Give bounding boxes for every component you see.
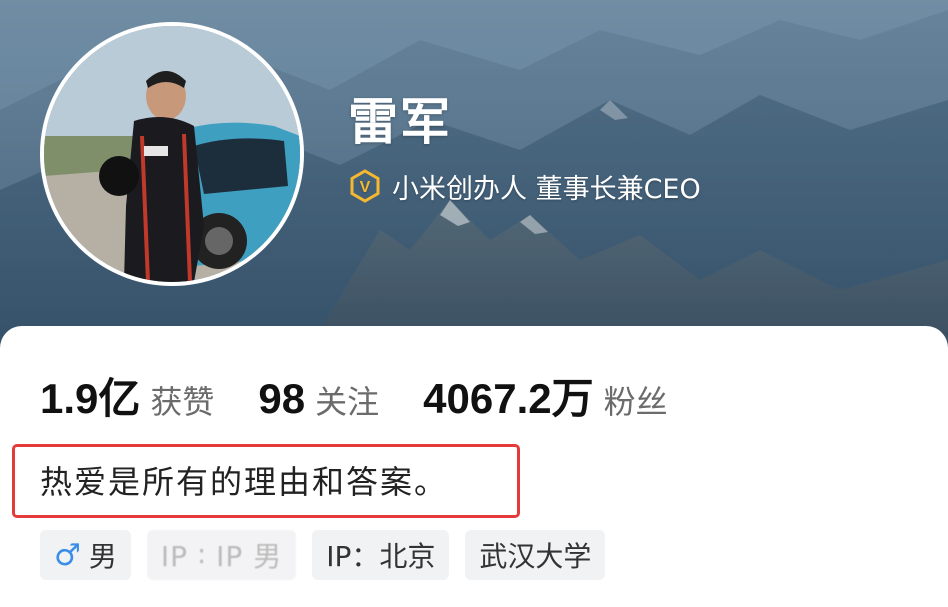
following-label: 关注 (315, 383, 380, 421)
profile-bio: 热爱是所有的理由和答案。 (40, 463, 449, 501)
tag-gender-label: 男 (88, 540, 117, 573)
tag-school[interactable]: 武汉大学 (465, 530, 606, 580)
likes-stat[interactable]: 1.9亿 获赞 (40, 365, 214, 426)
tag-gender[interactable]: ♂ 男 (40, 530, 131, 580)
tag-school-label: 武汉大学 (479, 540, 592, 573)
verification-row: V 小米创办人 董事长兼CEO (348, 166, 701, 206)
tag-overlay-ghost: IP ∶ IP 男 (146, 530, 297, 580)
followers-label: 粉丝 (603, 383, 668, 421)
verification-text: 小米创办人 董事长兼CEO (392, 173, 701, 205)
avatar-photo-icon (44, 26, 300, 282)
profile-tags: ♂ 男 IP ∶ IP 男 IP：北京 武汉大学 (40, 530, 606, 580)
svg-text:V: V (360, 179, 371, 196)
following-stat[interactable]: 98 关注 (258, 375, 379, 423)
verified-badge-icon: V (348, 169, 382, 203)
avatar[interactable] (40, 22, 304, 286)
tag-ip-label: IP：北京 (326, 540, 436, 573)
followers-count: 4067.2万 (423, 375, 594, 422)
profile-page: 雷军 V 小米创办人 董事长兼CEO 1.9亿 获赞 98 关注 4067.2万… (0, 0, 948, 607)
tag-ghost-label: IP ∶ IP 男 (160, 540, 283, 573)
likes-count: 1.9亿 (40, 375, 141, 422)
male-icon: ♂ (54, 537, 81, 573)
following-count: 98 (258, 375, 306, 422)
followers-stat[interactable]: 4067.2万 粉丝 (423, 365, 667, 426)
likes-label: 获赞 (150, 383, 215, 421)
stats-row: 1.9亿 获赞 98 关注 4067.2万 粉丝 (40, 365, 712, 425)
profile-name: 雷军 (348, 93, 452, 151)
tag-ip-location[interactable]: IP：北京 (312, 530, 450, 580)
